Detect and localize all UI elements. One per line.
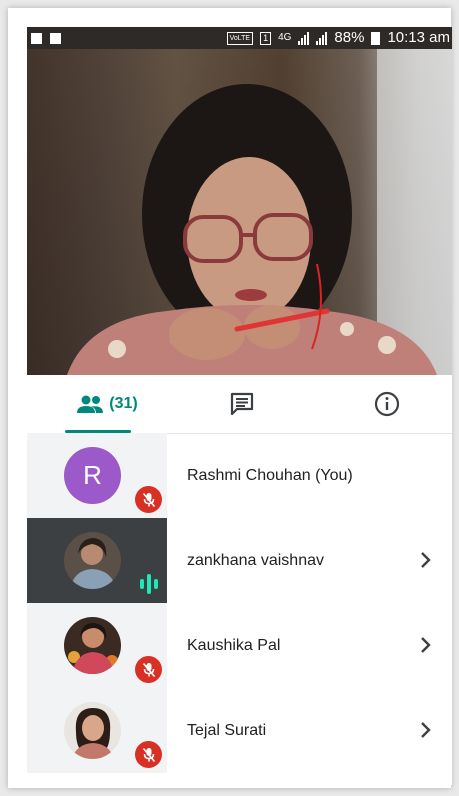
chevron-right-icon[interactable] <box>419 718 433 742</box>
signal-2-icon <box>316 31 328 45</box>
mic-off-icon <box>135 656 162 683</box>
chat-icon <box>230 392 254 416</box>
mic-off-icon <box>135 486 162 513</box>
notification-icons <box>31 27 61 49</box>
image-notification-icon <box>31 32 42 44</box>
speaking-indicator-icon <box>136 573 162 595</box>
avatar: R <box>64 447 121 504</box>
gmail-notification-icon <box>50 32 61 44</box>
people-icon <box>77 395 104 413</box>
participant-avatar-cell <box>27 518 167 603</box>
participant-name: Kaushika Pal <box>187 637 281 654</box>
speaker-video-figure <box>67 49 452 375</box>
screenshot-frame: VoLTE 1 4G 88% 10:13 am (31) R Rashmi Ch… <box>8 8 452 788</box>
avatar <box>64 617 121 674</box>
participant-avatar-cell <box>27 603 167 688</box>
participant-avatar-cell: R <box>27 433 167 518</box>
mic-off-icon <box>135 741 162 768</box>
network-type-label: 4G <box>278 32 292 43</box>
chevron-right-icon[interactable] <box>419 633 433 657</box>
participant-row[interactable]: Kaushika Pal <box>27 603 452 688</box>
sim-slot-badge: 1 <box>260 31 272 45</box>
avatar <box>64 532 121 589</box>
participant-avatar-cell <box>27 688 167 773</box>
tab-people[interactable]: (31) <box>57 375 157 433</box>
participant-list: R Rashmi Chouhan (You) zankhana vaishnav… <box>27 433 452 773</box>
battery-percent: 88% <box>334 29 365 46</box>
participant-row[interactable]: zankhana vaishnav <box>27 518 452 603</box>
participant-row[interactable]: R Rashmi Chouhan (You) <box>27 433 452 518</box>
info-icon <box>374 391 400 417</box>
participant-name: Rashmi Chouhan (You) <box>187 467 353 484</box>
clock: 10:13 am <box>387 29 450 46</box>
participant-name: Tejal Surati <box>187 722 267 739</box>
meeting-tabs: (31) <box>27 375 452 434</box>
avatar <box>64 702 121 759</box>
participant-row[interactable]: Tejal Surati <box>27 688 452 773</box>
tab-info[interactable] <box>352 375 422 433</box>
list-bottom-spacer <box>27 773 452 785</box>
participant-name: zankhana vaishnav <box>187 552 324 569</box>
battery-icon <box>371 31 381 45</box>
app-screen: VoLTE 1 4G 88% 10:13 am (31) R Rashmi Ch… <box>27 27 452 785</box>
status-bar: VoLTE 1 4G 88% 10:13 am <box>27 27 452 49</box>
tab-chat[interactable] <box>207 375 277 433</box>
participant-count: (31) <box>109 395 138 412</box>
volte-badge: VoLTE <box>226 31 254 45</box>
main-video-feed[interactable] <box>27 49 452 375</box>
chevron-right-icon[interactable] <box>419 548 433 572</box>
signal-icon <box>298 31 310 45</box>
